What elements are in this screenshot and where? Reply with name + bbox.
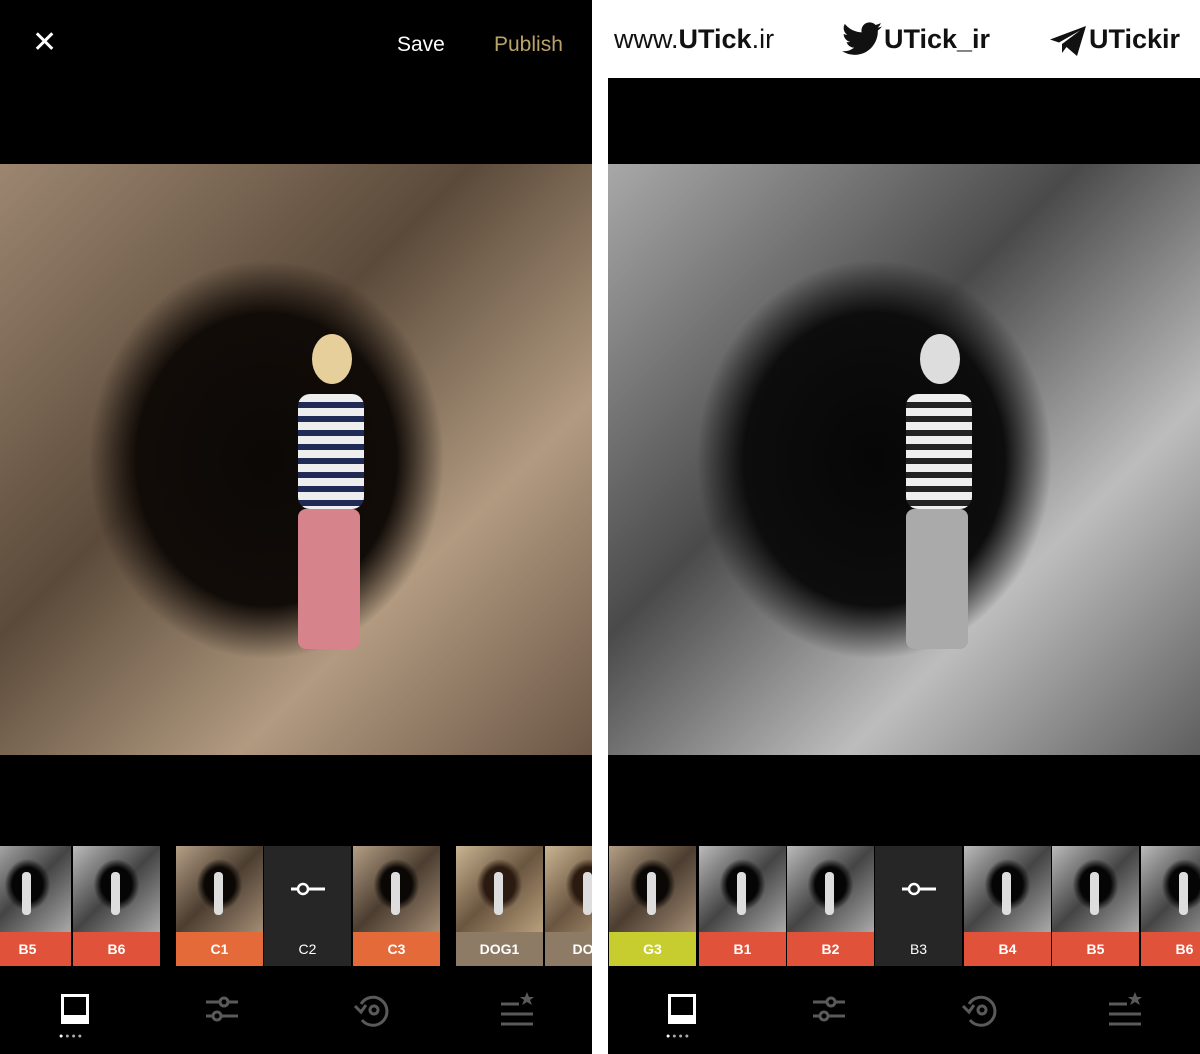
watermark-bar: www.UTick.ir UTick_ir UTickir: [592, 0, 1200, 78]
preset-thumbnail: [0, 846, 71, 932]
preset-strip[interactable]: G3 B1 B2 B3 B4 B5 B6: [608, 846, 1200, 966]
photo-preview: [608, 164, 1200, 755]
preset-label: C3: [353, 932, 440, 966]
watermark-site: www.UTick.ir: [614, 24, 774, 55]
preset-label: B6: [1141, 932, 1200, 966]
preset-tile-dog1[interactable]: DOG1: [456, 846, 543, 966]
close-icon[interactable]: ✕: [32, 28, 57, 58]
preset-label: B5: [1052, 932, 1139, 966]
preset-label: C2: [264, 932, 351, 966]
bottom-toolbar: ●●●●: [0, 985, 592, 1045]
preset-thumbnail: [353, 846, 440, 932]
adjust-sliders-icon[interactable]: [202, 990, 242, 1030]
preset-tile-b6[interactable]: B6: [73, 846, 160, 966]
preset-thumbnail: [964, 846, 1051, 932]
preset-thumbnail: [73, 846, 160, 932]
child-figure: [898, 334, 978, 674]
publish-button[interactable]: Publish: [494, 33, 563, 57]
preset-tile-b2[interactable]: B2: [787, 846, 874, 966]
preset-tile-c3[interactable]: C3: [353, 846, 440, 966]
preset-thumbnail: [456, 846, 543, 932]
history-revert-icon[interactable]: [960, 990, 1000, 1030]
recipes-star-list-icon[interactable]: [1105, 990, 1145, 1030]
page-dots-indicator: ●●●●: [59, 1033, 84, 1040]
preset-tile-b5[interactable]: B5: [1052, 846, 1139, 966]
preset-label: B1: [699, 932, 786, 966]
preset-label: DOG1: [456, 932, 543, 966]
preset-tile-b1[interactable]: B1: [699, 846, 786, 966]
editor-right: G3 B1 B2 B3 B4 B5 B6 ●●●●: [608, 78, 1200, 1054]
twitter-icon: [842, 22, 882, 55]
preset-label: B3: [875, 932, 962, 966]
preset-tile-g3[interactable]: G3: [609, 846, 696, 966]
preset-tile-c2[interactable]: C2: [264, 846, 351, 966]
telegram-icon: [1050, 26, 1086, 56]
editor-header: ✕ Save Publish: [0, 0, 592, 88]
presets-frame-icon[interactable]: [55, 990, 95, 1030]
site-suffix: .ir: [751, 24, 775, 54]
preset-label: G3: [609, 932, 696, 966]
preset-tile-b5[interactable]: B5: [0, 846, 71, 966]
preset-label: DOG: [545, 932, 592, 966]
preset-tile-b3[interactable]: B3: [875, 846, 962, 966]
preset-strip[interactable]: B5B6 C1C2C3 DOG1DOG: [0, 846, 592, 966]
preset-thumbnail: [545, 846, 592, 932]
preset-label: B6: [73, 932, 160, 966]
preset-tile-b4[interactable]: B4: [964, 846, 1051, 966]
preset-thumbnail: [176, 846, 263, 932]
preset-thumbnail: [1141, 846, 1200, 932]
editor-left: ✕ Save Publish B5B6 C1C2C3 DOG1DOG ●●●●: [0, 0, 592, 1054]
preset-tile-b6[interactable]: B6: [1141, 846, 1200, 966]
preset-tile-dog[interactable]: DOG: [545, 846, 592, 966]
preset-thumbnail: [699, 846, 786, 932]
watermark-telegram: UTickir: [1089, 24, 1181, 54]
site-brand: UTick: [678, 24, 752, 54]
photo-preview: [0, 164, 592, 755]
recipes-star-list-icon[interactable]: [497, 990, 537, 1030]
preset-thumbnail: [609, 846, 696, 932]
save-button[interactable]: Save: [397, 33, 445, 57]
bottom-toolbar: ●●●●: [608, 985, 1200, 1045]
preset-tile-c1[interactable]: C1: [176, 846, 263, 966]
page-dots-indicator: ●●●●: [666, 1033, 691, 1040]
preset-thumbnail: [787, 846, 874, 932]
slider-icon[interactable]: [291, 882, 325, 896]
preset-label: B4: [964, 932, 1051, 966]
site-prefix: www.: [614, 24, 679, 54]
child-figure: [290, 334, 370, 674]
preset-thumbnail: [1052, 846, 1139, 932]
preset-label: C1: [176, 932, 263, 966]
preset-label: B5: [0, 932, 71, 966]
preset-label: B2: [787, 932, 874, 966]
slider-icon[interactable]: [902, 882, 936, 896]
history-revert-icon[interactable]: [352, 990, 392, 1030]
presets-frame-icon[interactable]: [662, 990, 702, 1030]
adjust-sliders-icon[interactable]: [809, 990, 849, 1030]
watermark-twitter: UTick_ir: [884, 24, 991, 54]
